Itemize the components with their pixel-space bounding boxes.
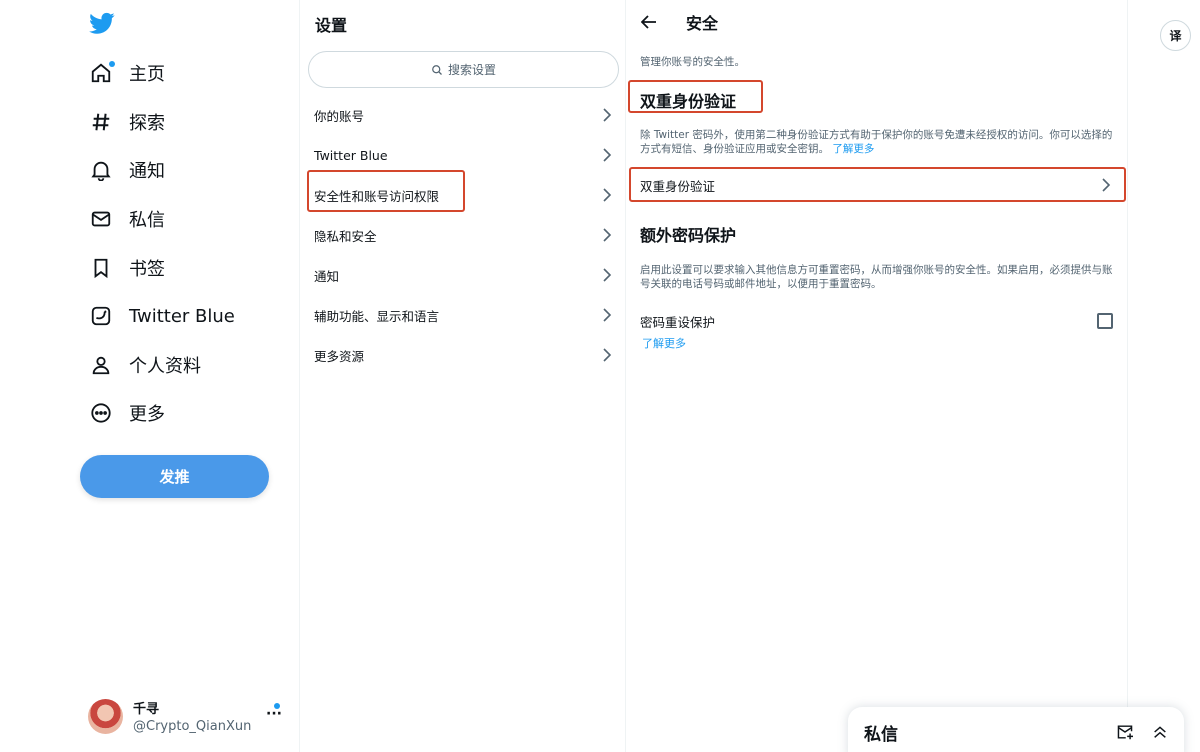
nav-item-label: 书签 [129, 259, 165, 280]
chevron-right-icon [603, 308, 612, 322]
account-name: 千寻 [133, 702, 160, 717]
nav-item-label: 私信 [129, 210, 165, 231]
settings-item-label: 隐私和安全 [314, 228, 377, 244]
password-reset-protect-checkbox[interactable] [1097, 313, 1113, 329]
settings-item-notifications[interactable]: 通知 [301, 255, 626, 295]
two-factor-learn-more-link[interactable]: 了解更多 [832, 143, 874, 155]
settings-item-your-account[interactable]: 你的账号 [301, 95, 626, 135]
avatar [88, 698, 123, 734]
new-message-icon[interactable] [1116, 724, 1134, 740]
bell-icon [88, 157, 114, 183]
chevron-right-icon [603, 148, 612, 162]
nav-item-label: 更多 [129, 404, 165, 425]
twitter-blue-icon [88, 303, 114, 329]
nav-item-messages[interactable]: 私信 [88, 203, 165, 235]
chevron-right-icon [603, 188, 612, 202]
nav-item-twitter-blue[interactable]: Twitter Blue [88, 300, 235, 332]
password-learn-more-link[interactable]: 了解更多 [640, 335, 1114, 351]
more-circle-icon [88, 400, 114, 426]
settings-title: 设置 [315, 16, 348, 35]
chevron-right-icon [603, 348, 612, 362]
settings-item-label: 安全性和账号访问权限 [314, 188, 440, 204]
account-more-icon[interactable]: ··· [266, 706, 282, 722]
nav-item-explore[interactable]: 探索 [88, 106, 165, 138]
settings-item-label: 更多资源 [314, 348, 365, 364]
security-header: 安全 [641, 10, 718, 34]
settings-item-label: 辅助功能、显示和语言 [314, 308, 440, 324]
settings-item-privacy-safety[interactable]: 隐私和安全 [301, 215, 626, 255]
settings-item-label: 你的账号 [314, 108, 365, 124]
two-factor-auth-row[interactable]: 双重身份验证 [627, 167, 1126, 203]
notification-dot [109, 61, 115, 67]
notification-dot [274, 703, 280, 709]
nav-item-label: 主页 [129, 64, 165, 85]
settings-item-accessibility[interactable]: 辅助功能、显示和语言 [301, 295, 626, 335]
settings-item-security-access[interactable]: 安全性和账号访问权限 [301, 175, 626, 215]
password-protection-description: 启用此设置可以要求输入其他信息方可重置密码，从而增强你账号的安全性。如果启用，必… [640, 264, 1113, 290]
nav-item-more[interactable]: 更多 [88, 397, 165, 429]
search-icon [432, 64, 442, 75]
chevron-right-icon [1102, 178, 1111, 192]
settings-item-label: Twitter Blue [314, 147, 388, 163]
nav-item-label: Twitter Blue [129, 305, 235, 327]
password-reset-protect-row: 密码重设保护 了解更多 [640, 312, 1114, 351]
settings-search-input[interactable]: 搜索设置 [308, 51, 619, 88]
account-switcher[interactable]: 千寻 @Crypto_QianXun ··· [88, 696, 288, 736]
mail-icon [88, 206, 114, 232]
expand-up-icon[interactable] [1152, 724, 1168, 740]
nav-item-bookmarks[interactable]: 书签 [88, 252, 165, 284]
nav-item-label: 探索 [129, 113, 165, 134]
tweet-button[interactable]: 发推 [80, 455, 269, 498]
person-icon [88, 352, 114, 378]
chevron-right-icon [603, 228, 612, 242]
two-factor-row-label: 双重身份验证 [640, 178, 716, 194]
nav-item-home[interactable]: 主页 [88, 57, 165, 89]
password-protection-heading: 额外密码保护 [640, 226, 737, 245]
two-factor-heading: 双重身份验证 [640, 92, 737, 111]
bookmark-icon [88, 255, 114, 281]
search-placeholder: 搜索设置 [447, 63, 496, 77]
messages-drawer[interactable]: 私信 [848, 707, 1184, 752]
nav-item-label: 通知 [129, 161, 165, 182]
translate-button[interactable]: 译 [1160, 20, 1191, 51]
back-arrow-icon[interactable] [641, 15, 657, 29]
two-factor-description: 除 Twitter 密码外，使用第二种身份验证方式有助于保护你的账号免遭未经授权… [640, 128, 1114, 156]
two-factor-text: 除 Twitter 密码外，使用第二种身份验证方式有助于保护你的账号免遭未经授权… [640, 129, 1113, 155]
nav-item-profile[interactable]: 个人资料 [88, 349, 201, 381]
messages-drawer-actions [1116, 724, 1168, 740]
page-title: 安全 [686, 14, 719, 33]
nav-item-label: 个人资料 [129, 356, 201, 377]
security-description: 管理你账号的安全性。 [640, 56, 745, 68]
nav-item-notifications[interactable]: 通知 [88, 154, 165, 186]
hashtag-icon [88, 109, 114, 135]
security-detail-column: 安全 管理你账号的安全性。 双重身份验证 除 Twitter 密码外，使用第二种… [627, 0, 1128, 752]
home-icon [88, 60, 115, 86]
account-info: 千寻 @Crypto_QianXun [133, 698, 251, 734]
chevron-right-icon [603, 108, 612, 122]
twitter-logo-icon[interactable] [88, 10, 116, 36]
account-handle: @Crypto_QianXun [133, 719, 252, 734]
settings-item-more-resources[interactable]: 更多资源 [301, 335, 626, 375]
settings-item-label: 通知 [314, 268, 340, 284]
chevron-right-icon [603, 268, 612, 282]
password-reset-protect-label: 密码重设保护 [640, 315, 716, 330]
settings-item-twitter-blue[interactable]: Twitter Blue [301, 135, 626, 175]
messages-drawer-title: 私信 [864, 724, 898, 745]
left-navigation: 主页 探索 通知 私信 书签 Twitter Blue 个人资料 更多 发推 千… [0, 0, 300, 752]
settings-column: 设置 搜索设置 你的账号 Twitter Blue 安全性和账号访问权限 隐私和… [301, 0, 626, 752]
